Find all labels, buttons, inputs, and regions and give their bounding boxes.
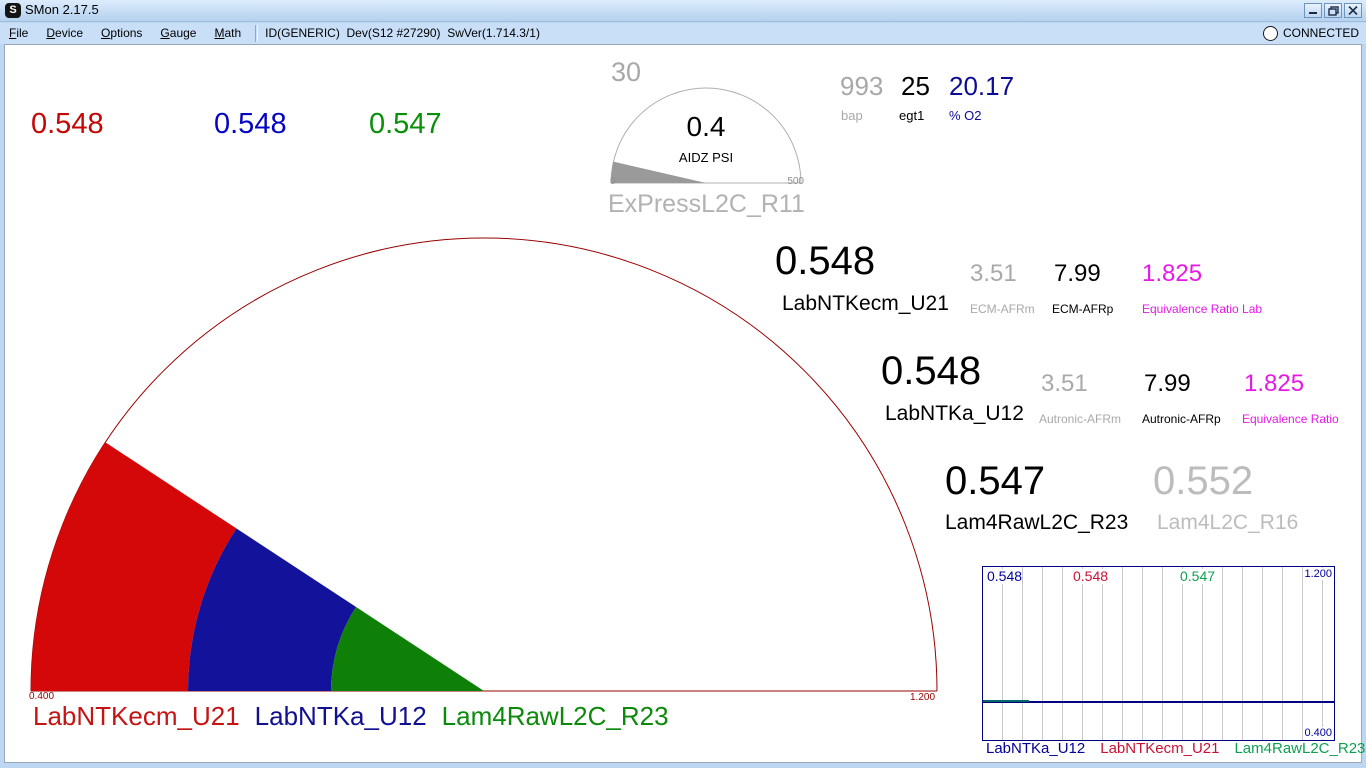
egt1-label: egt1 <box>899 108 925 123</box>
lambda-readout-green: 0.547 <box>369 108 442 140</box>
bap-label: bap <box>841 108 863 123</box>
connection-status: CONNECTED <box>1262 25 1359 41</box>
row3-secondary-value: 0.552 <box>1153 459 1254 503</box>
lambda-readout-blue: 0.548 <box>214 108 287 140</box>
row2-eqratio-label: Equivalence Ratio <box>1242 412 1339 426</box>
close-button[interactable] <box>1344 3 1362 18</box>
row1-afrp-label: ECM-AFRp <box>1052 302 1114 316</box>
menu-separator <box>255 25 259 42</box>
connection-indicator-icon <box>1262 26 1278 41</box>
strip-chart-legend: LabNTKa_U12 LabNTKecm_U21 Lam4RawL2C_R23 <box>986 740 1366 758</box>
strip-chart: 0.548 0.548 0.547 1.200 0.400 <box>982 566 1335 741</box>
legend-item-labntkecm: LabNTKecm_U21 <box>33 701 240 731</box>
restore-icon <box>1327 5 1339 16</box>
main-panel: 0.548 0.548 0.547 30 0.4 AIDZ PSI 0 500 … <box>4 44 1366 763</box>
egt1-value: 25 <box>901 71 930 101</box>
strip-chart-trace <box>983 701 1334 703</box>
aidz-channel-name: ExPressL2C_R11 <box>608 190 805 218</box>
menu-gauge[interactable]: Gauge <box>151 24 205 43</box>
row3-lambda-value: 0.547 <box>945 459 1046 503</box>
bap-value: 993 <box>840 71 884 101</box>
strip-legend-labntkecm: LabNTKecm_U21 <box>1100 740 1220 757</box>
menu-device[interactable]: Device <box>37 24 92 43</box>
row2-afrp-label: Autronic-AFRp <box>1142 412 1221 426</box>
strip-chart-trace-start <box>983 700 1029 702</box>
minimize-button[interactable] <box>1304 3 1322 18</box>
row2-afrm-label: Autronic-AFRm <box>1039 412 1122 426</box>
legend-item-labntka: LabNTKa_U12 <box>254 701 427 731</box>
strip-chart-min-label: 0.400 <box>1303 726 1333 739</box>
window-controls <box>1304 3 1362 18</box>
row1-eqratio-value: 1.825 <box>1142 260 1203 287</box>
aidz-units-label: AIDZ PSI <box>678 150 734 165</box>
menu-file[interactable]: File <box>0 24 37 43</box>
app-icon[interactable]: S <box>5 3 21 18</box>
menu-bar: File Device Options Gauge Math ID(GENERI… <box>0 23 1366 44</box>
row3-channel-name: Lam4RawL2C_R23 <box>945 511 1129 534</box>
lambda-readout-red: 0.548 <box>31 108 104 140</box>
strip-chart-value-labntkecm: 0.548 <box>1073 568 1109 585</box>
aidz-gauge: 30 0.4 AIDZ PSI 0 500 ExPressL2C_R11 <box>605 55 820 225</box>
row2-eqratio-value: 1.825 <box>1244 370 1305 397</box>
minimize-icon <box>1309 12 1317 14</box>
lambda-gauge-dial <box>30 237 938 692</box>
row3-secondary-name: Lam4L2C_R16 <box>1157 511 1299 534</box>
strip-chart-value-lam4raw: 0.547 <box>1180 568 1216 585</box>
strip-legend-labntka: LabNTKa_U12 <box>986 740 1086 757</box>
strip-legend-lam4raw: Lam4RawL2C_R23 <box>1234 740 1366 757</box>
row1-afrm-label: ECM-AFRm <box>970 302 1035 316</box>
row1-afrp-value: 7.99 <box>1054 260 1101 287</box>
o2-label: % O2 <box>949 108 982 123</box>
lambda-gauge-max-label: 1.200 <box>910 692 936 703</box>
connection-label: CONNECTED <box>1282 25 1359 40</box>
legend-item-lam4raw: Lam4RawL2C_R23 <box>441 701 669 731</box>
close-icon <box>1348 6 1358 15</box>
aidz-peak-value: 30 <box>611 57 642 87</box>
lambda-gauge-legend: LabNTKecm_U21 LabNTKa_U12 Lam4RawL2C_R23 <box>33 702 669 731</box>
title-bar: S SMon 2.17.5 <box>0 0 1366 22</box>
aidz-scale-max: 500 <box>787 176 804 187</box>
window-title: SMon 2.17.5 <box>25 2 99 18</box>
strip-chart-value-labntka: 0.548 <box>987 568 1023 585</box>
row1-afrm-value: 3.51 <box>970 260 1017 287</box>
row2-afrm-value: 3.51 <box>1041 370 1088 397</box>
aidz-value: 0.4 <box>686 111 726 142</box>
row2-afrp-value: 7.99 <box>1144 370 1191 397</box>
o2-value: 20.17 <box>949 71 1015 101</box>
device-status-text: ID(GENERIC) Dev(S12 #27290) SwVer(1.714.… <box>265 25 540 40</box>
strip-chart-max-label: 1.200 <box>1303 568 1333 581</box>
row1-eqratio-label: Equivalence Ratio Lab <box>1142 302 1263 316</box>
menu-math[interactable]: Math <box>205 24 250 43</box>
restore-button[interactable] <box>1324 3 1342 18</box>
menu-options[interactable]: Options <box>92 24 151 43</box>
